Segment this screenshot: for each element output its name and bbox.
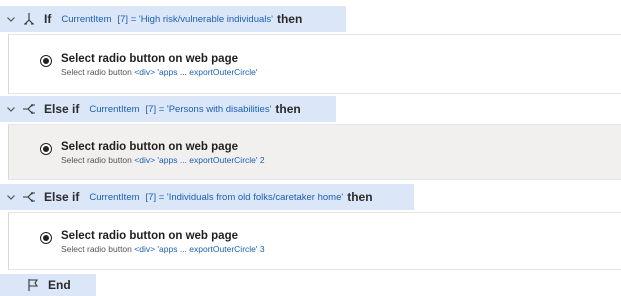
else-if-condition-row-2[interactable]: Else if CurrentItem [7] = 'Individuals f…	[0, 184, 414, 210]
else-if-branch-icon	[22, 102, 36, 116]
end-row[interactable]: End	[0, 274, 96, 296]
else-if-condition-row-1[interactable]: Else if CurrentItem [7] = 'Persons with …	[0, 96, 336, 122]
chevron-down-icon[interactable]	[6, 14, 16, 24]
condition-variable: CurrentItem	[61, 13, 112, 25]
radio-button-icon	[40, 232, 52, 244]
condition-expression: [7] = 'Individuals from old folks/careta…	[145, 191, 344, 203]
end-flag-icon	[26, 278, 40, 292]
step-subtitle: Select radio button <div> 'apps ... expo…	[61, 155, 265, 165]
ui-element-link[interactable]: <div> 'apps ... exportOuterCircle' 3	[134, 244, 264, 254]
step-title: Select radio button on web page	[61, 230, 238, 242]
else-if-keyword: Else if	[44, 190, 80, 204]
select-radio-step-1[interactable]: Select radio button on web page Select r…	[40, 52, 258, 78]
end-keyword: End	[48, 278, 71, 292]
if-branch-icon	[22, 12, 36, 26]
then-keyword: then	[275, 102, 301, 116]
ui-element-link[interactable]: <div> 'apps ... exportOuterCircle' 2	[134, 155, 264, 165]
flow-editor: If CurrentItem [7] = 'High risk/vulnerab…	[0, 0, 621, 296]
step-subtitle: Select radio button <div> 'apps ... expo…	[61, 244, 265, 254]
condition-variable: CurrentItem	[89, 103, 140, 115]
condition-expression: [7] = 'High risk/vulnerable individuals'	[117, 13, 273, 25]
if-keyword: If	[44, 12, 52, 26]
radio-button-icon	[40, 143, 52, 155]
radio-button-icon	[40, 55, 52, 67]
else-if-branch-icon	[22, 190, 36, 204]
chevron-down-icon[interactable]	[6, 104, 16, 114]
else-if-keyword: Else if	[44, 102, 80, 116]
select-radio-step-3[interactable]: Select radio button on web page Select r…	[40, 229, 265, 255]
condition-expression: [7] = 'Persons with disabilities'	[145, 103, 272, 115]
ui-element-link[interactable]: <div> 'apps ... exportOuterCircle'	[134, 67, 257, 77]
select-radio-step-2[interactable]: Select radio button on web page Select r…	[40, 140, 265, 166]
step-subtitle: Select radio button <div> 'apps ... expo…	[61, 67, 258, 77]
step-title: Select radio button on web page	[61, 141, 238, 153]
condition-variable: CurrentItem	[89, 191, 140, 203]
then-keyword: then	[347, 190, 373, 204]
step-title: Select radio button on web page	[61, 53, 238, 65]
if-condition-row[interactable]: If CurrentItem [7] = 'High risk/vulnerab…	[0, 6, 346, 32]
then-keyword: then	[276, 12, 303, 26]
chevron-down-icon[interactable]	[6, 192, 16, 202]
